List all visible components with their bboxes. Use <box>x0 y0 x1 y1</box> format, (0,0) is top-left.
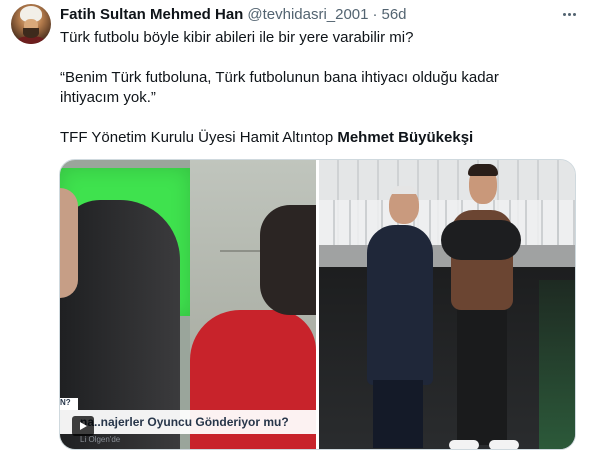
author-name[interactable]: Fatih Sultan Mehmed Han <box>60 6 243 23</box>
attribution-prefix: TFF Yönetim Kurulu Üyesi Hamit Altıntop <box>60 129 338 146</box>
tweet-header: Fatih Sultan Mehmed Han @tevhidasri_2001… <box>60 5 407 23</box>
video-banner-text: na..najerler Oyuncu Gönderiyor mu? <box>80 415 289 429</box>
attribution-bold: Mehmet Büyükekşi <box>337 129 474 146</box>
play-icon[interactable] <box>72 416 94 436</box>
more-icon[interactable] <box>559 6 579 22</box>
author-handle[interactable]: @tevhidasri_2001 <box>247 6 368 23</box>
tweet-quote-line-1: “Benim Türk futboluna, Türk futbolunun b… <box>60 69 499 86</box>
photo-stadium[interactable] <box>319 160 575 449</box>
video-banner-q: N? <box>60 398 78 410</box>
tweet-text: Türk futbolu böyle kibir abileri ile bir… <box>60 28 580 148</box>
man-in-suit <box>367 225 433 385</box>
tweet[interactable]: Fatih Sultan Mehmed Han @tevhidasri_2001… <box>0 0 599 459</box>
tweet-quote-line-2: ihtiyacım yok.” <box>60 89 156 106</box>
tweet-line-1: Türk futbolu böyle kibir abileri ile bir… <box>60 29 414 46</box>
avatar[interactable] <box>11 4 51 44</box>
media-grid: N? na..najerler Oyuncu Gönderiyor mu? Li… <box>59 159 576 450</box>
separator-dot: · <box>372 5 378 23</box>
tweet-attribution: TFF Yönetim Kurulu Üyesi Hamit Altıntop … <box>60 128 580 148</box>
video-banner-sub: Li Olgen'de <box>80 435 121 444</box>
video-thumbnail[interactable]: N? na..najerler Oyuncu Gönderiyor mu? Li… <box>60 160 316 449</box>
timestamp[interactable]: 56d <box>382 6 407 23</box>
